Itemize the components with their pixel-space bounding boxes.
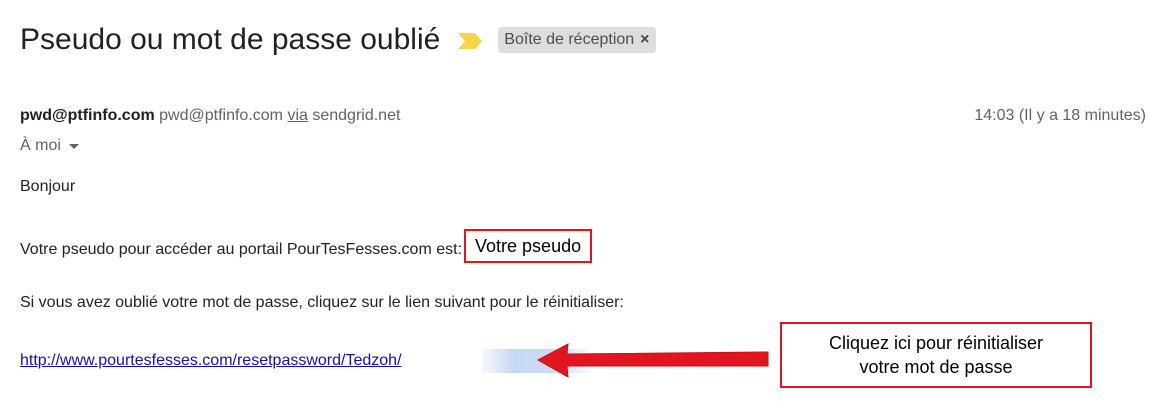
label-chip-inbox[interactable]: Boîte de réception × <box>498 27 656 53</box>
via-domain: sendgrid.net <box>312 107 401 124</box>
sender-email: pwd@ptfinfo.com <box>159 107 283 124</box>
red-arrow-icon <box>536 343 769 378</box>
sender-name[interactable]: pwd@ptfinfo.com <box>20 107 155 124</box>
body-forgot-text: Si vous avez oublié votre mot de passe, … <box>20 294 624 311</box>
body-pseudo-line: Votre pseudo pour accéder au portail Pou… <box>20 229 593 267</box>
reset-password-link[interactable]: http://www.pourtesfesses.com/resetpasswo… <box>20 350 402 372</box>
recipient-label: À moi <box>20 137 61 154</box>
callout-line1: Cliquez ici pour réinitialiser <box>828 333 1044 353</box>
importance-marker-icon[interactable] <box>458 33 483 49</box>
pseudo-highlight-box: Votre pseudo <box>464 229 593 263</box>
recipient-dropdown[interactable]: À moi <box>20 134 79 158</box>
sender-row: pwd@ptfinfo.com pwd@ptfinfo.com via send… <box>20 104 400 128</box>
subject-row: Pseudo ou mot de passe oublié Boîte de r… <box>20 20 656 60</box>
body-greeting: Bonjour <box>20 178 76 195</box>
chevron-down-icon[interactable] <box>68 143 79 149</box>
pseudo-prefix: Votre pseudo pour accéder au portail Pou… <box>20 241 463 258</box>
email-subject: Pseudo ou mot de passe oublié <box>20 23 441 56</box>
email-timestamp: 14:03 (Il y a 18 minutes) <box>974 107 1146 124</box>
label-chip-text: Boîte de réception <box>504 31 635 48</box>
annotation-callout: Cliquez ici pour réinitialiser votre mot… <box>780 322 1092 388</box>
close-icon[interactable]: × <box>640 29 649 51</box>
via-link[interactable]: via <box>287 107 307 124</box>
callout-line2: votre mot de passe <box>859 357 1013 377</box>
